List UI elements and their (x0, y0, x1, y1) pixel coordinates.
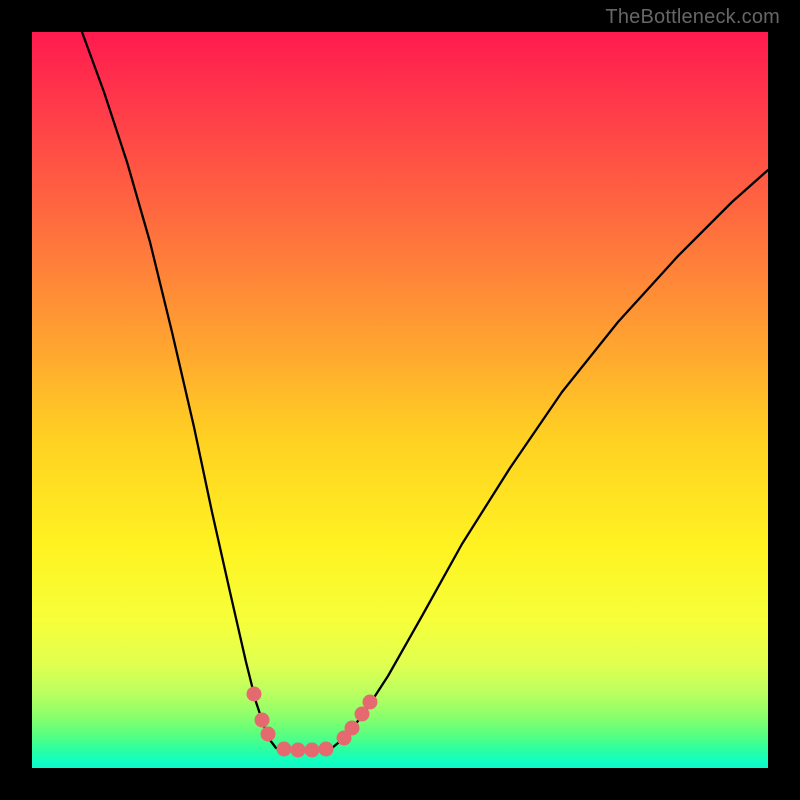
marker-dot (363, 695, 378, 710)
marker-dot (305, 743, 320, 758)
outer-frame: TheBottleneck.com (0, 0, 800, 800)
marker-dot (277, 742, 292, 757)
marker-dot (255, 713, 270, 728)
curve-group (82, 32, 768, 750)
marker-dot (261, 727, 276, 742)
watermark-text: TheBottleneck.com (605, 6, 780, 29)
chart-svg (32, 32, 768, 768)
plot-area (32, 32, 768, 768)
bottleneck-curve (82, 32, 768, 750)
marker-dot (247, 687, 262, 702)
marker-dot (319, 742, 334, 757)
marker-dot (291, 743, 306, 758)
marker-dot (345, 721, 360, 736)
